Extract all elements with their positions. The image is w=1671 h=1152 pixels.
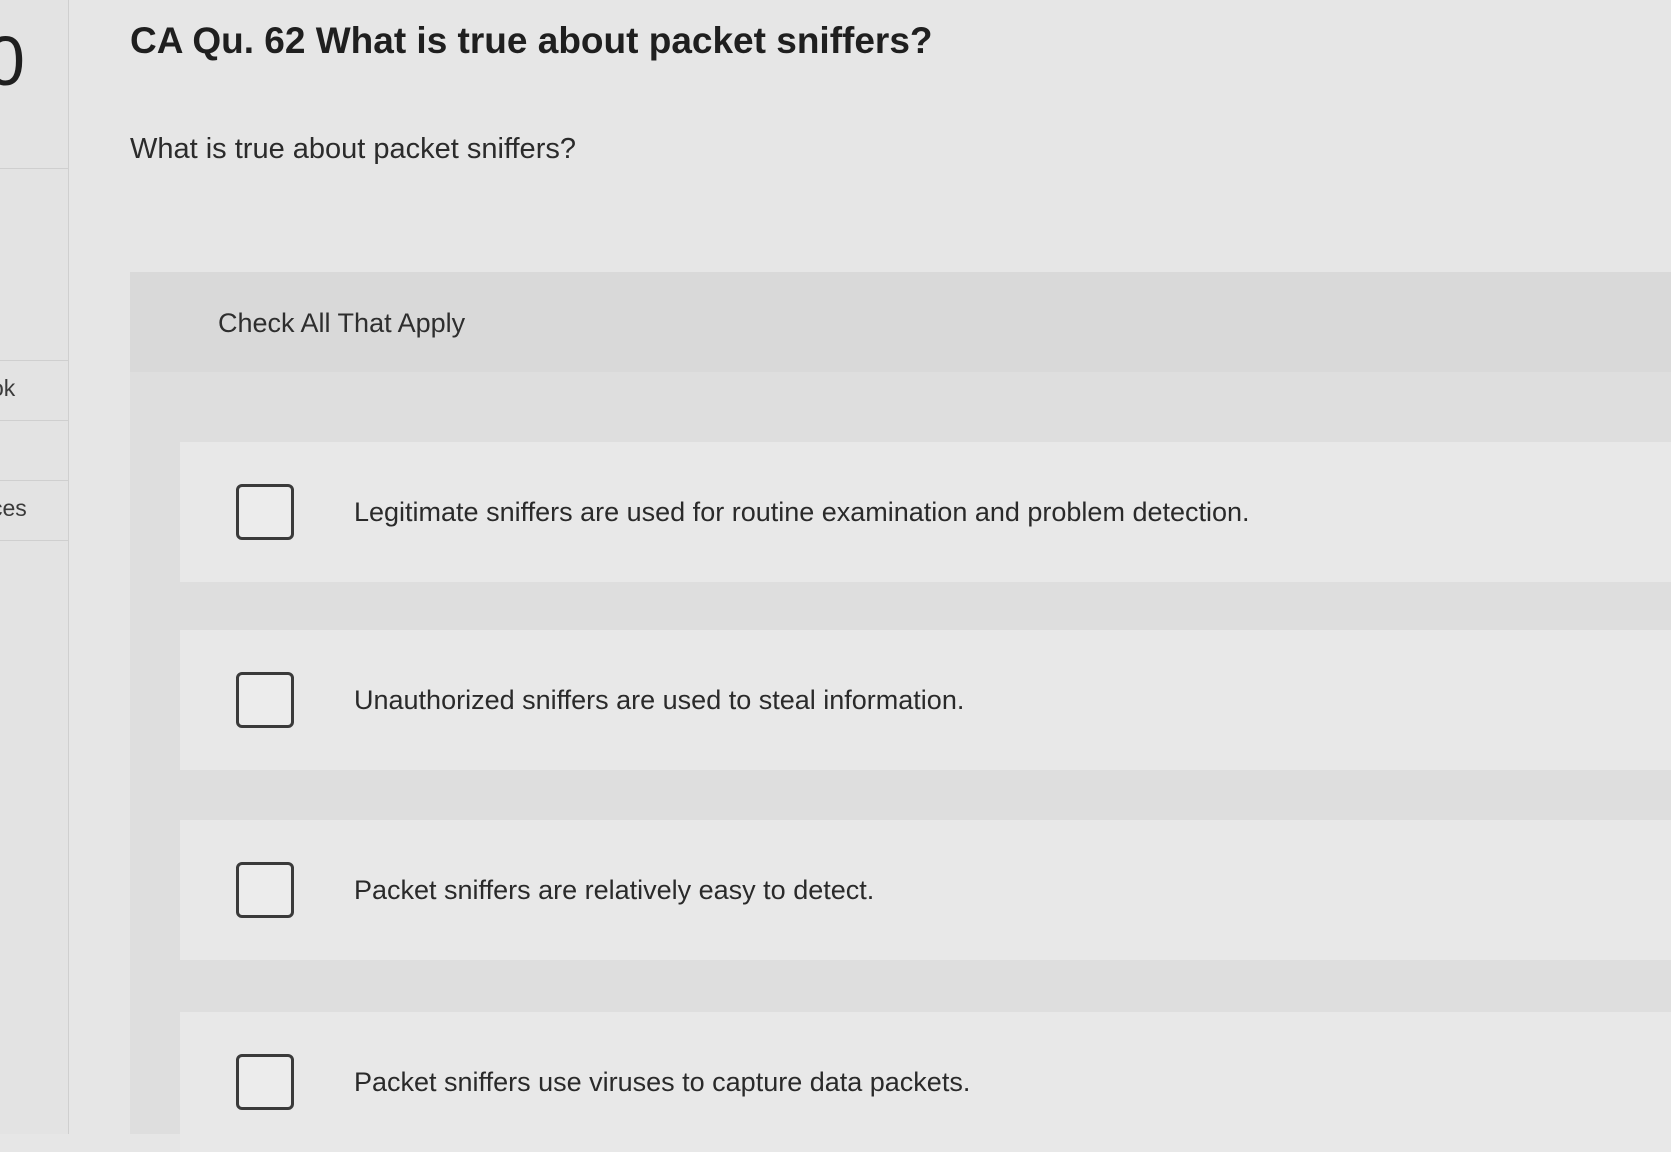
question-counter: 0 [0, 22, 25, 100]
sidebar-item-print[interactable]: t [0, 420, 68, 480]
question-counter-box: 0 [0, 0, 68, 169]
checkbox[interactable] [236, 1054, 294, 1110]
sidebar-item-references[interactable]: ces [0, 480, 68, 540]
checkbox[interactable] [236, 672, 294, 728]
answer-option-1[interactable]: Legitimate sniffers are used for routine… [180, 442, 1671, 582]
sidebar-item-label: ces [0, 495, 27, 521]
option-label: Legitimate sniffers are used for routine… [354, 496, 1250, 527]
answer-option-2[interactable]: Unauthorized sniffers are used to steal … [180, 630, 1671, 770]
answer-option-3[interactable]: Packet sniffers are relatively easy to d… [180, 820, 1671, 960]
question-prompt: What is true about packet sniffers? [130, 133, 576, 165]
option-label: Packet sniffers are relatively easy to d… [354, 874, 875, 905]
left-sidebar: 0 ok t ces [0, 0, 69, 1134]
answer-option-4[interactable]: Packet sniffers use viruses to capture d… [180, 1012, 1671, 1152]
sidebar-item-ebook[interactable]: ok [0, 360, 68, 420]
checkbox[interactable] [236, 484, 294, 540]
answer-panel: Check All That Apply Legitimate sniffers… [130, 272, 1671, 1152]
option-label: Unauthorized sniffers are used to steal … [354, 684, 965, 715]
checkbox[interactable] [236, 862, 294, 918]
instruction-text: Check All That Apply [218, 308, 466, 338]
question-title: CA Qu. 62 What is true about packet snif… [130, 20, 933, 61]
sidebar-item-label: ok [0, 375, 16, 401]
sidebar-divider [0, 540, 68, 541]
instruction-bar: Check All That Apply [130, 272, 1671, 372]
option-label: Packet sniffers use viruses to capture d… [354, 1066, 971, 1097]
